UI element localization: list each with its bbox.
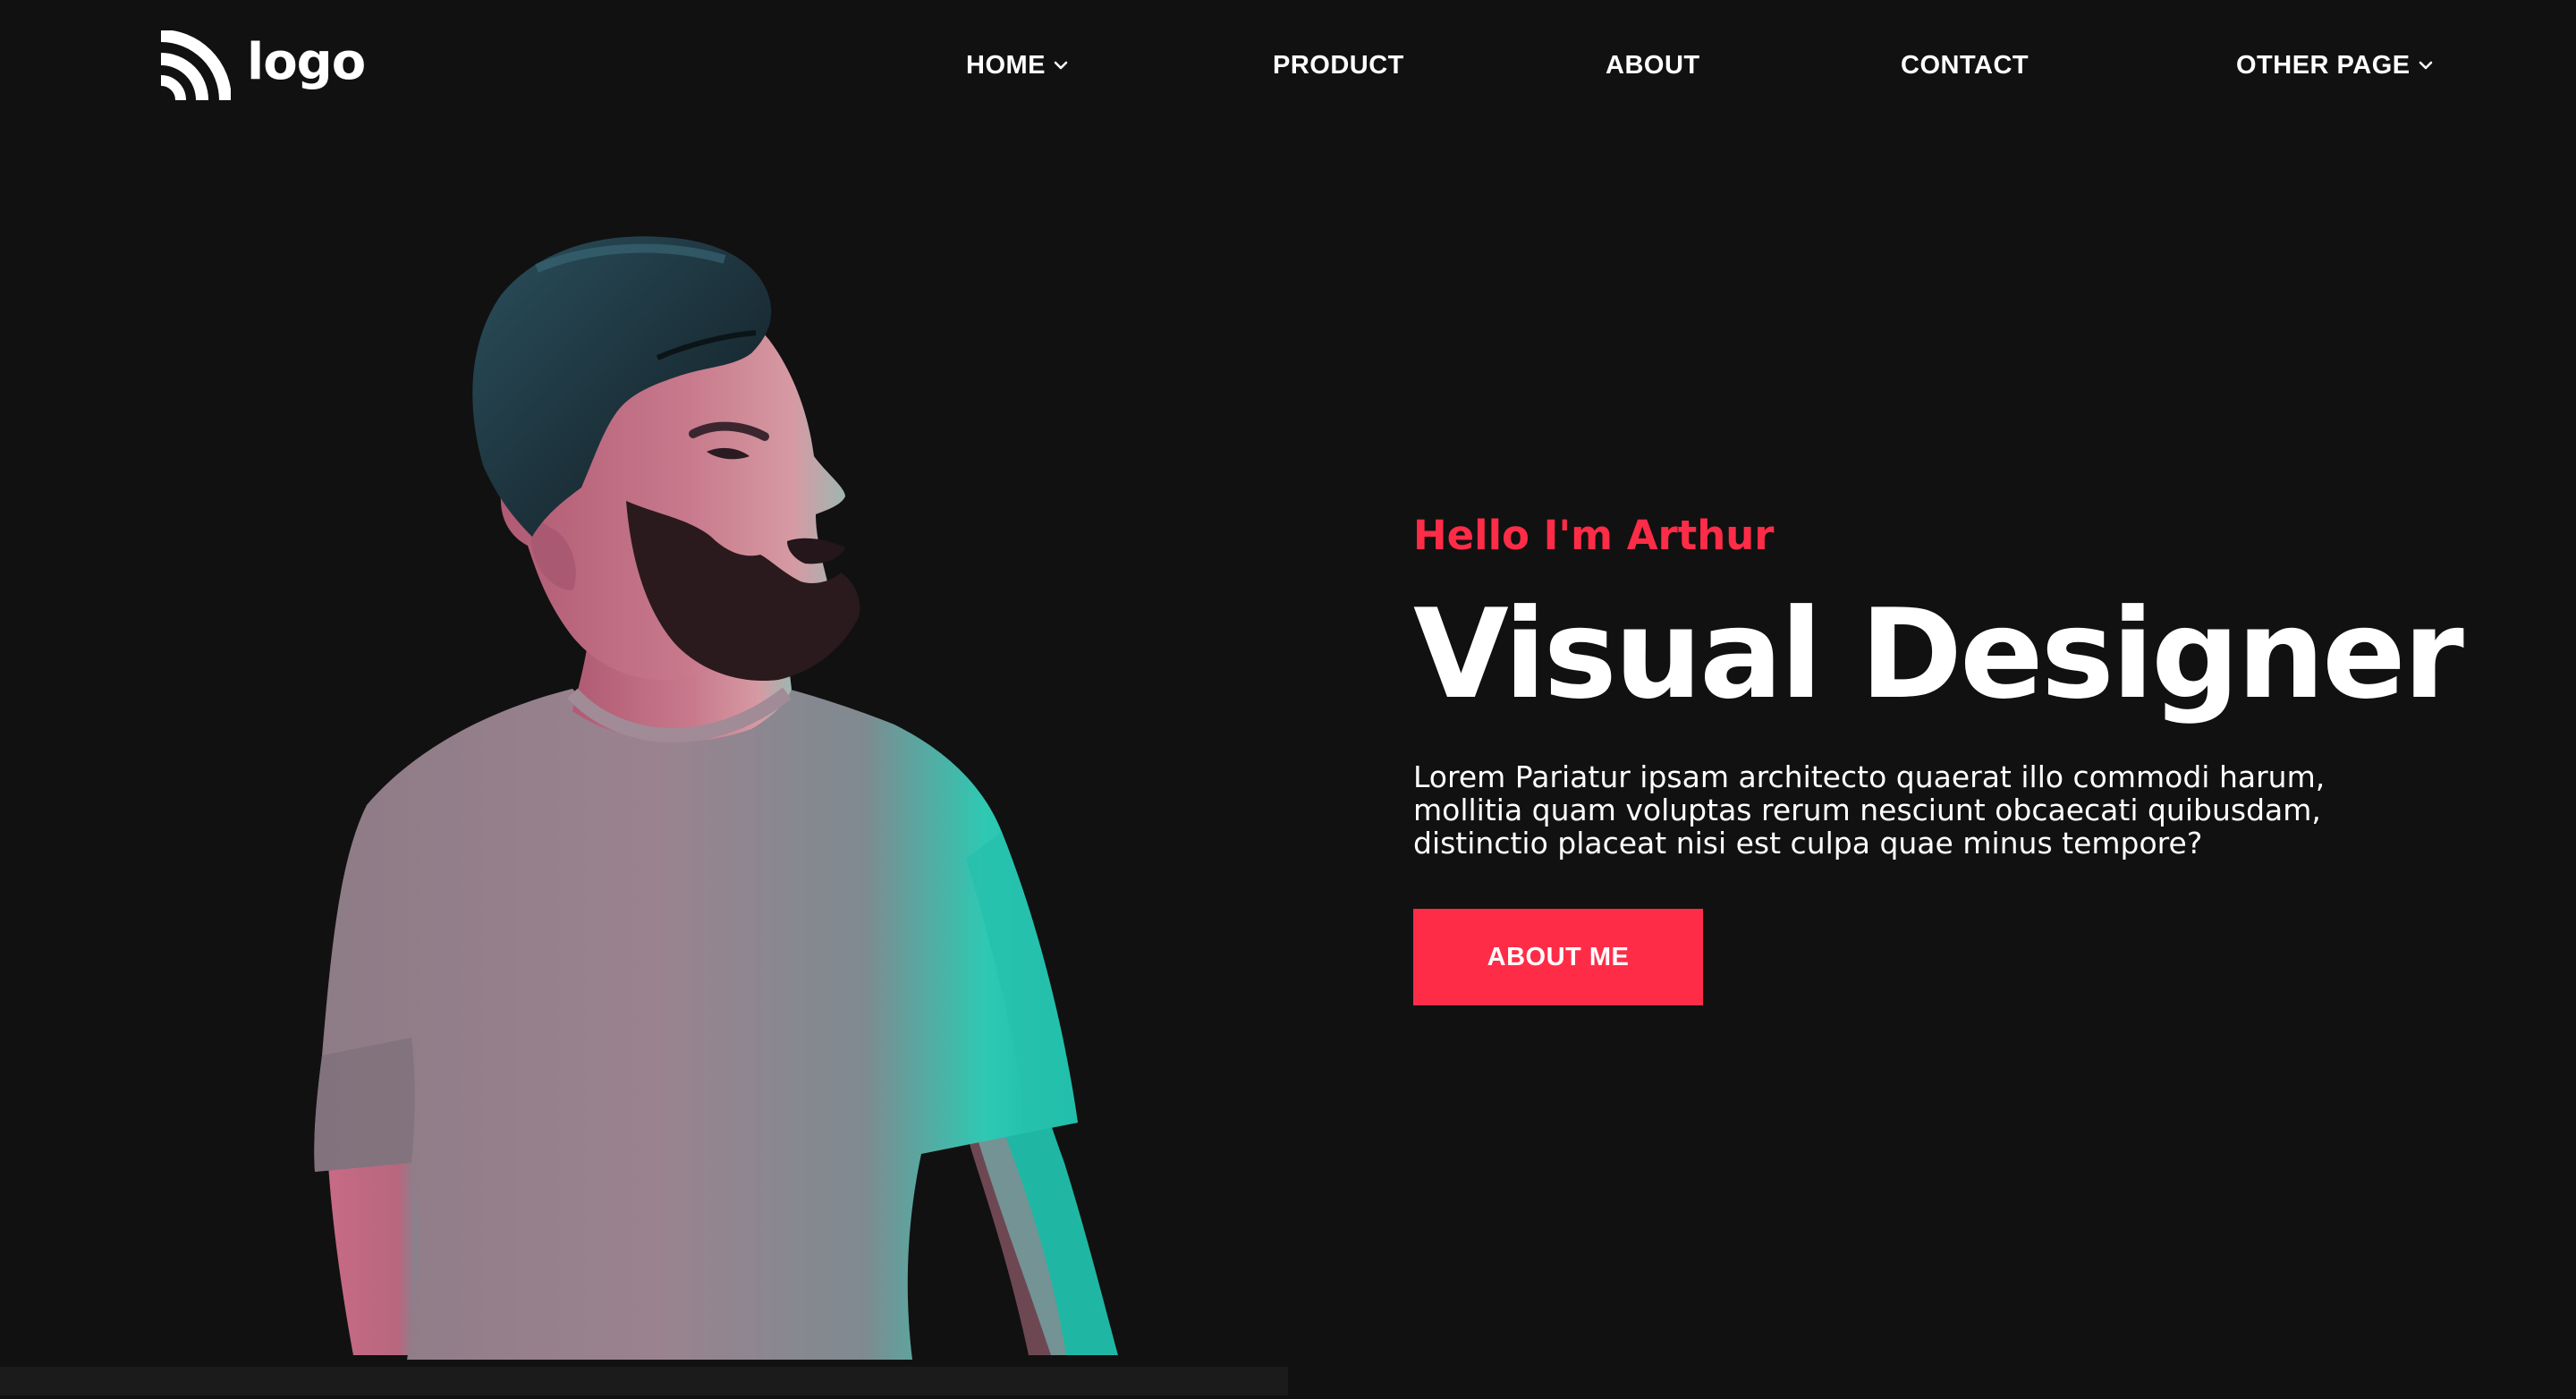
nav-item-label: PRODUCT <box>1273 50 1404 80</box>
hero-greeting: Hello I'm Arthur <box>1413 512 1775 559</box>
hero-description: Lorem Pariatur ipsam architecto quaerat … <box>1413 760 2415 860</box>
hero-description-line: distinctio placeat nisi est culpa quae m… <box>1413 826 2203 861</box>
hero-photo <box>0 0 1288 1395</box>
chevron-down-icon <box>2419 61 2432 70</box>
nav-item-label: ABOUT <box>1606 50 1700 80</box>
hero-description-line: mollitia quam voluptas rerum nesciunt ob… <box>1413 793 2321 827</box>
nav-item-about[interactable]: ABOUT <box>1606 43 1700 88</box>
nav-item-product[interactable]: PRODUCT <box>1273 43 1404 88</box>
photo-bottom-strip <box>0 1367 1288 1395</box>
man-portrait-image <box>314 236 1118 1360</box>
hero-description-line: Lorem Pariatur ipsam architecto quaerat … <box>1413 759 2326 794</box>
nav-item-label: OTHER PAGE <box>2236 50 2411 80</box>
nav-item-other-page[interactable]: OTHER PAGE <box>2236 43 2434 88</box>
about-me-button[interactable]: ABOUT ME <box>1413 909 1703 1005</box>
nav-item-label: CONTACT <box>1901 50 2029 80</box>
hero-title: Visual Designer <box>1413 582 2464 726</box>
nav-item-contact[interactable]: CONTACT <box>1901 43 2029 88</box>
